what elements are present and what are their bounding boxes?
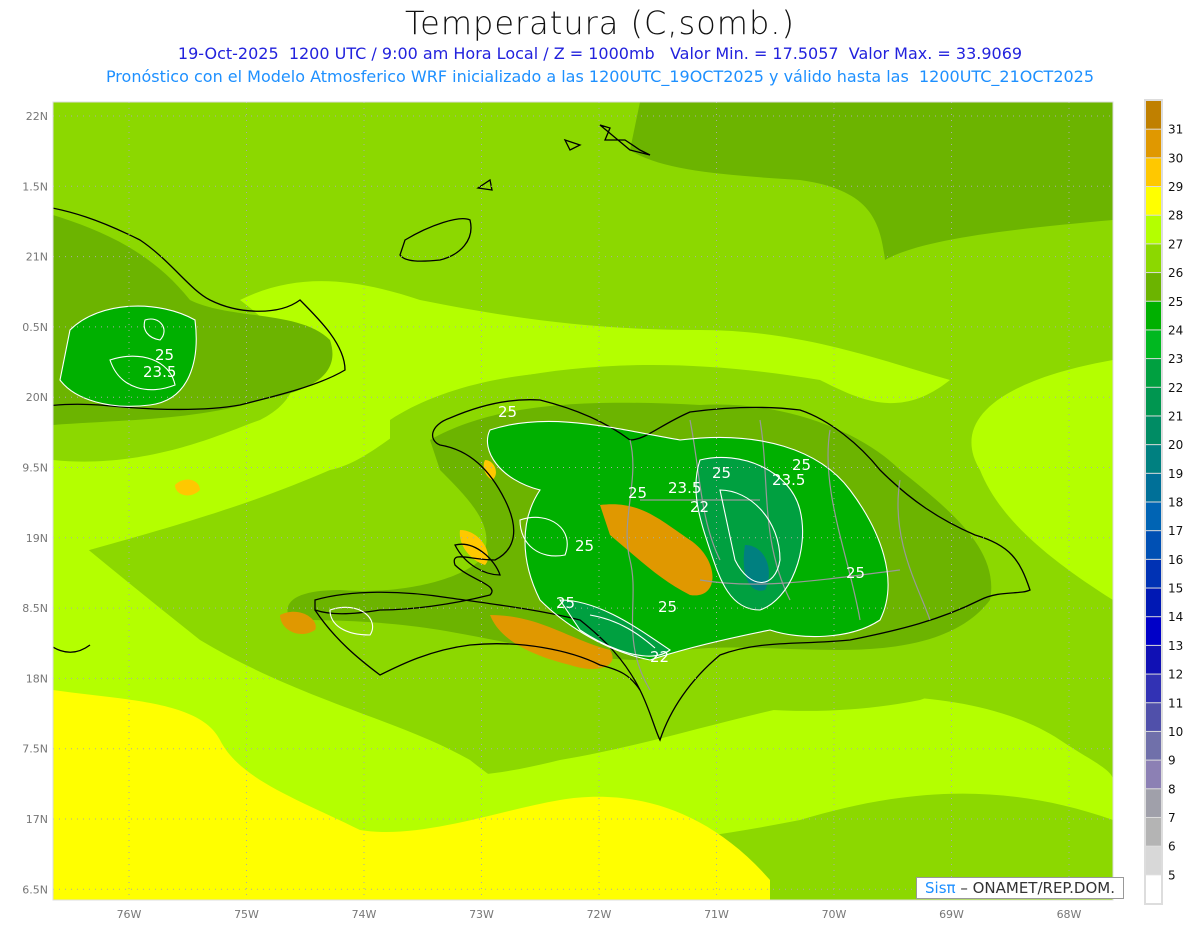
colorbar-swatch [1146,559,1161,588]
colorbar-label: 28 [1168,209,1183,223]
colorbar-label: 9 [1168,754,1176,768]
lon-label: 74W [352,908,377,921]
svg-text:25: 25 [658,598,677,616]
lat-label: 0.5N [22,321,48,334]
colorbar-swatch [1146,215,1161,244]
colorbar-swatch [1146,789,1161,817]
colorbar-label: 18 [1168,496,1183,510]
colorbar-label: 30 [1168,151,1183,165]
lat-label: 6.5N [22,883,48,896]
lat-label: 18N [26,672,48,685]
svg-text:22: 22 [650,648,669,666]
lat-label: 1.5N [22,180,48,193]
colorbar-swatch [1146,187,1161,215]
credit-label: Sisπ – ONAMET/REP.DOM. [916,877,1124,899]
svg-text:23.5: 23.5 [772,471,805,489]
colorbar-swatch [1146,875,1161,903]
colorbar-label: 23 [1168,352,1183,366]
lat-label: 8.5N [22,602,48,615]
colorbar-swatch [1146,244,1161,273]
colorbar-label: 20 [1168,438,1183,452]
colorbar-label: 21 [1168,409,1183,423]
colorbar-label: 8 [1168,782,1176,796]
lat-label: 19N [26,532,48,545]
lon-label: 76W [117,908,142,921]
colorbar-label: 6 [1168,840,1176,854]
svg-text:25: 25 [628,484,647,502]
colorbar-swatch [1146,502,1161,531]
svg-text:25: 25 [575,537,594,555]
lat-label: 20N [26,391,48,404]
colorbar-label: 11 [1168,696,1183,710]
colorbar-label: 26 [1168,266,1183,280]
colorbar-label: 19 [1168,467,1183,481]
lat-label: 7.5N [22,743,48,756]
colorbar-swatch [1146,273,1161,301]
svg-text:23.5: 23.5 [668,479,701,497]
lat-label: 21N [26,251,48,264]
colorbar-label: 10 [1168,725,1183,739]
colorbar-swatch [1146,330,1161,359]
colorbar-label: 24 [1168,323,1183,337]
colorbar-swatch [1146,760,1161,789]
colorbar-swatch [1146,473,1161,502]
colorbar-swatch [1146,645,1161,674]
svg-text:22: 22 [690,498,709,516]
colorbar-swatch [1146,101,1161,129]
svg-text:25: 25 [498,403,517,421]
colorbar: 31 30 29 28 27 26 25 24 23 22 21 20 19 18 17 16 15 14 13 12… [1144,99,1183,905]
colorbar-swatch [1146,846,1161,875]
lat-label: 17N [26,813,48,826]
colorbar-label: 7 [1168,811,1176,825]
lat-label: 22N [26,110,48,123]
svg-text:25: 25 [712,464,731,482]
colorbar-swatch [1146,617,1161,645]
colorbar-label: 31 [1168,123,1183,137]
lon-label: 75W [234,908,259,921]
colorbar-label: 12 [1168,668,1183,682]
colorbar-label: 17 [1168,524,1183,538]
colorbar-swatch [1146,817,1161,846]
map-field [53,102,1113,900]
colorbar-label: 15 [1168,582,1183,596]
colorbar-swatch [1146,731,1161,760]
lon-label: 73W [469,908,494,921]
colorbar-swatch [1146,158,1161,187]
colorbar-label: 22 [1168,381,1183,395]
svg-text:25: 25 [556,594,575,612]
colorbar-label: 13 [1168,639,1183,653]
svg-text:25: 25 [155,346,174,364]
colorbar-label: 16 [1168,553,1183,567]
colorbar-swatch [1146,301,1161,330]
colorbar-swatch [1146,359,1161,387]
lon-label: 71W [704,908,729,921]
colorbar-label: 25 [1168,295,1183,309]
credit-text: – ONAMET/REP.DOM. [955,879,1115,897]
colorbar-swatch [1146,445,1161,473]
temperature-map: 25 23.5 25 25 23.5 25 25 23.5 22 25 25 2… [22,99,1183,921]
colorbar-label: 14 [1168,610,1183,624]
lon-label: 68W [1057,908,1082,921]
lon-label: 69W [939,908,964,921]
colorbar-swatch [1146,129,1161,158]
colorbar-swatch [1146,674,1161,703]
colorbar-swatch [1146,387,1161,416]
credit-brand: Sisπ [925,879,956,897]
colorbar-swatch [1146,416,1161,445]
svg-text:23.5: 23.5 [143,363,176,381]
lat-label: 9.5N [22,462,48,475]
svg-text:25: 25 [846,564,865,582]
colorbar-swatch [1146,531,1161,559]
lon-label: 70W [822,908,847,921]
lon-label: 72W [587,908,612,921]
colorbar-label: 29 [1168,180,1183,194]
colorbar-swatch [1146,588,1161,617]
colorbar-swatch [1146,703,1161,731]
colorbar-label: 5 [1168,868,1176,882]
colorbar-label: 27 [1168,237,1183,251]
